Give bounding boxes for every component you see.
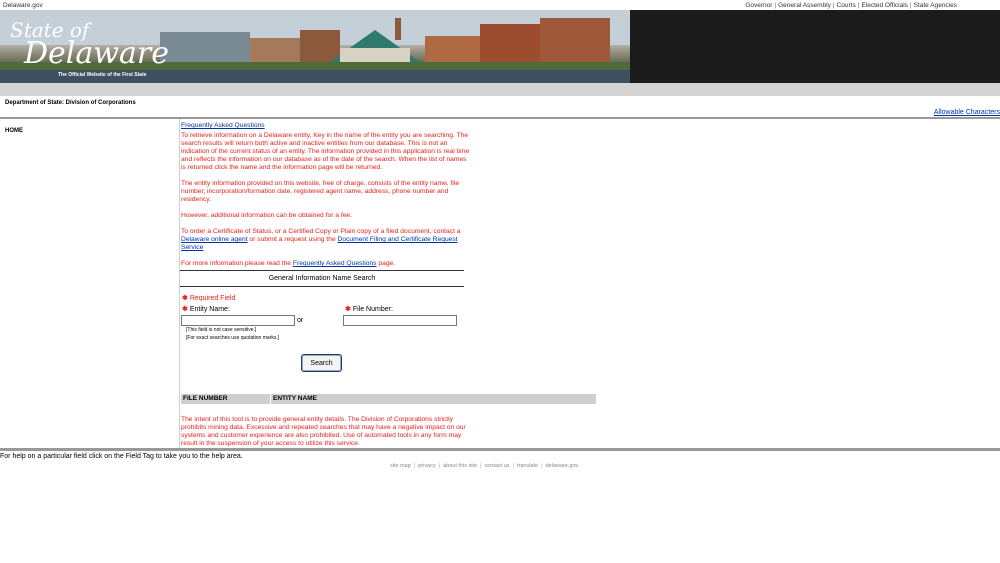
logo-delaware: Delaware (24, 36, 169, 71)
state-logo[interactable]: State of Delaware The Official Website o… (6, 16, 169, 78)
faq-link-bottom[interactable]: Frequently Asked Questions (293, 260, 377, 267)
site-banner: State of Delaware The Official Website o… (0, 10, 1000, 83)
elected-officials-link[interactable]: Elected Officials (861, 2, 907, 9)
entity-name-input[interactable] (181, 315, 295, 326)
about-this-site-link[interactable]: about this site (443, 463, 477, 469)
delaware-gov-link[interactable]: Delaware.gov (3, 2, 43, 9)
home-link[interactable]: HOME (5, 128, 23, 134)
bottom-rule (0, 448, 1000, 451)
search-section-heading: General Information Name Search (180, 270, 464, 287)
faq-link-top[interactable]: Frequently Asked Questions (181, 122, 471, 130)
required-asterisk-icon: ✱ (345, 306, 351, 313)
separator: | (541, 463, 543, 469)
or-text: or (297, 317, 304, 324)
exact-search-note: [For exact searches use quotation marks.… (186, 335, 280, 341)
more-info-text-a: For more information please read the (181, 260, 292, 267)
separator: | (438, 463, 441, 469)
translate-link[interactable]: translate (517, 463, 538, 469)
main-content: Frequently Asked Questions To retrieve i… (181, 119, 471, 276)
fee-paragraph: However, additional information can be o… (181, 212, 353, 219)
entity-name-label-text: Entity Name: (189, 306, 230, 313)
footer-links: site map | privacy | about this site | contact… (390, 463, 578, 469)
entity-info-paragraph: The entity information provided on this … (181, 180, 460, 203)
file-number-label[interactable]: ✱ File Number: (345, 305, 393, 313)
courts-link[interactable]: Courts (837, 2, 856, 9)
more-info-paragraph: For more information please read the Fre… (181, 260, 471, 268)
entity-name-label[interactable]: ✱ Entity Name: (182, 305, 230, 313)
file-number-label-text: File Number: (352, 306, 393, 313)
left-navigation: HOME (0, 119, 180, 450)
site-map-link[interactable]: site map (390, 463, 411, 469)
required-field-label: Required Field (189, 295, 236, 302)
top-utility-bar: Delaware.gov Governor | General Assembly | C… (0, 0, 1000, 10)
column-header-entity-name: ENTITY NAME (271, 394, 596, 404)
state-agencies-link[interactable]: State Agencies (914, 2, 957, 9)
department-title: Department of State: Division of Corpora… (5, 100, 136, 106)
general-assembly-link[interactable]: General Assembly (778, 2, 831, 9)
grey-divider-bar (0, 83, 1000, 96)
required-field-note: ✱ Required Field (182, 294, 235, 302)
top-nav-links: Governor | General Assembly | Courts | Elected… (745, 2, 957, 9)
help-text: For help on a particular field click on … (0, 453, 243, 460)
privacy-link[interactable]: privacy (418, 463, 435, 469)
more-info-text-b: page. (378, 260, 396, 267)
search-button[interactable]: Search (301, 354, 342, 372)
required-asterisk-icon: ✱ (182, 295, 188, 302)
delaware-gov-footer-link[interactable]: delaware.gov (546, 463, 579, 469)
logo-tagline: The Official Website of the First State (58, 72, 147, 78)
governor-link[interactable]: Governor (745, 2, 772, 9)
required-asterisk-icon: ✱ (182, 306, 188, 313)
order-text-a: To order a Certificate of Status, or a C… (181, 228, 461, 235)
delaware-online-agent-link[interactable]: Delaware online agent (181, 236, 248, 243)
case-sensitivity-note: [This field is not case sensitive.] (186, 327, 257, 333)
order-text-b: or submit a request using the (249, 236, 336, 243)
column-header-file-number: FILE NUMBER (181, 394, 270, 404)
separator: | (512, 463, 514, 469)
order-paragraph: To order a Certificate of Status, or a C… (181, 228, 471, 252)
allowable-characters-link[interactable]: Allowable Characters (934, 109, 1000, 116)
intro-paragraph: To retrieve information on a Delaware en… (181, 132, 470, 171)
contact-us-link[interactable]: contact us (484, 463, 509, 469)
file-number-input[interactable] (343, 315, 457, 326)
usage-disclaimer: The intent of this tool is to provide ge… (181, 416, 466, 447)
